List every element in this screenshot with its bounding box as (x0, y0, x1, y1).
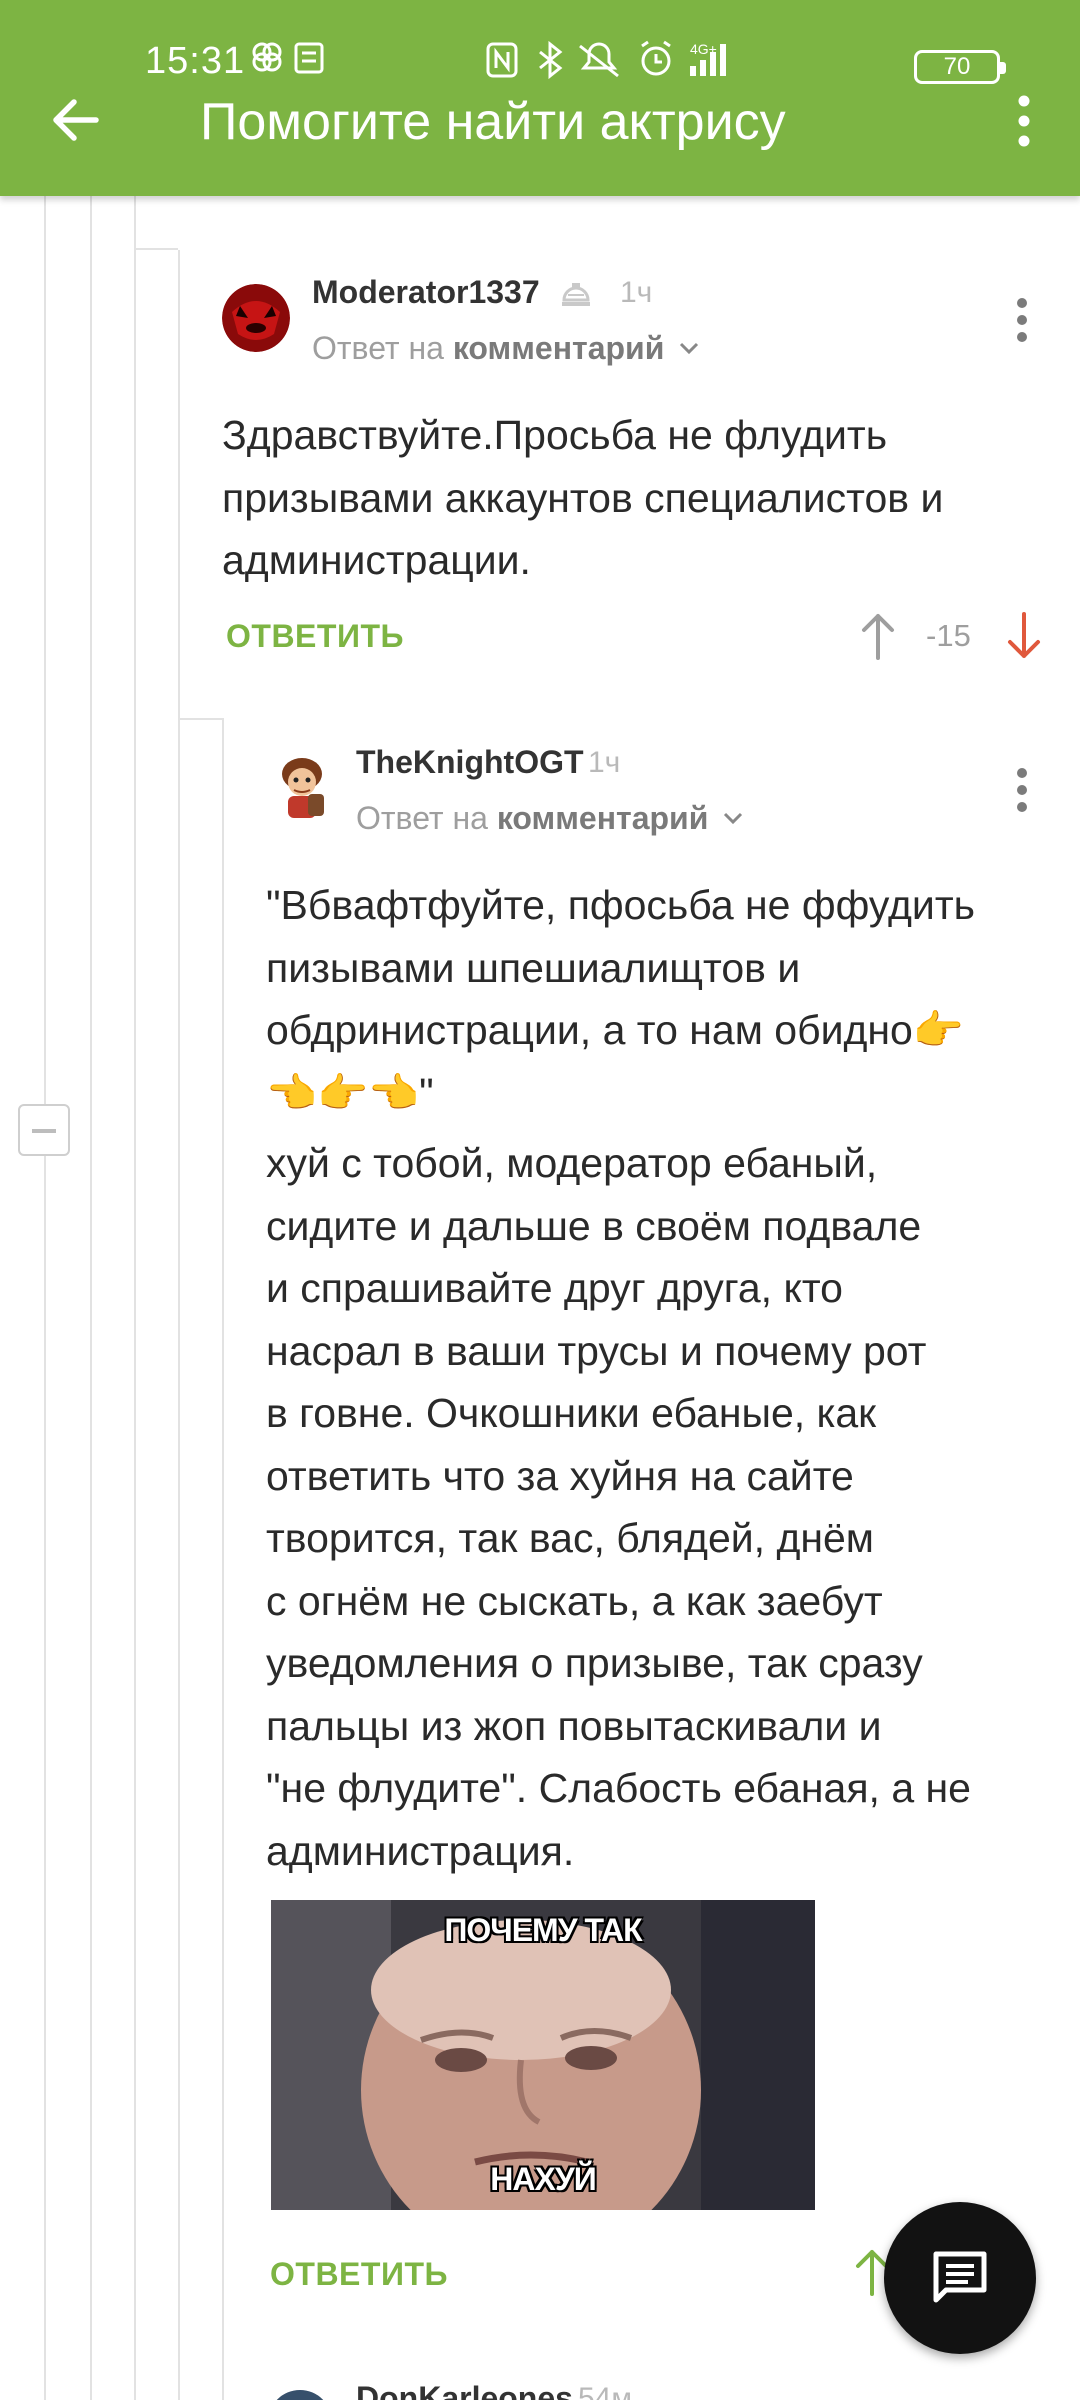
upvote-arrow-icon[interactable] (858, 610, 898, 662)
battery-icon: 70 (914, 50, 1006, 84)
back-arrow-icon[interactable] (44, 88, 108, 152)
overflow-menu-icon[interactable] (1012, 94, 1036, 148)
write-comment-button[interactable] (884, 2202, 1036, 2354)
avatar[interactable] (222, 284, 290, 352)
thread-line (222, 718, 224, 2400)
comment-time: 54м (578, 2382, 632, 2400)
reply-to-target: комментарий (452, 330, 665, 366)
chevron-down-icon[interactable] (720, 808, 746, 828)
username[interactable]: TheKnightOGT (356, 744, 584, 781)
comment-text: Здравствуйте.Просьба не флудить призывам… (222, 412, 944, 583)
thread-line (178, 718, 222, 720)
username[interactable]: Moderator1337 (312, 274, 540, 311)
avatar[interactable] (268, 750, 336, 824)
page-title: Помогите найти актрису (200, 93, 786, 151)
username[interactable]: DonKarleones (356, 2380, 573, 2400)
reply-button[interactable]: ОТВЕТИТЬ (270, 2256, 448, 2293)
comment-icon (933, 2251, 987, 2303)
avatar[interactable] (268, 2390, 332, 2400)
comment-time: 1ч (620, 276, 653, 309)
collapse-thread-button[interactable] (18, 1104, 70, 1156)
status-bar: 15:31 4G+ 70 (0, 30, 1080, 90)
reply-to-prefix: Ответ на (356, 800, 488, 836)
comment-time: 1ч (588, 746, 621, 779)
comment-text: хуй с тобой, модератор ебаный, сидите и … (266, 1140, 971, 1874)
downvote-arrow-icon[interactable] (1004, 610, 1044, 662)
comment-menu-icon[interactable] (1016, 768, 1028, 816)
thread-line (44, 196, 46, 2400)
app-bar: 15:31 4G+ 70 Помогите найти актрису (0, 0, 1080, 196)
reply-button[interactable]: ОТВЕТИТЬ (226, 618, 404, 655)
thread-line (178, 250, 180, 2400)
reply-to-target: комментарий (496, 800, 709, 836)
status-system-icons: 4G+ (486, 40, 726, 80)
chevron-down-icon[interactable] (676, 338, 702, 358)
status-notification-icons (252, 42, 324, 74)
meme-caption-bottom: НАХУЙ (490, 2161, 596, 2197)
rating-value: -15 (926, 618, 971, 653)
thread-line (134, 248, 178, 250)
reply-to-prefix: Ответ на (312, 330, 444, 366)
comment-menu-icon[interactable] (1016, 298, 1028, 346)
comment-image[interactable]: ПОЧЕМУ ТАК НАХУЙ (271, 1900, 815, 2210)
thread-line (134, 196, 136, 2400)
moderator-badge-icon (562, 283, 590, 306)
thread-line (90, 196, 92, 2400)
meme-caption-top: ПОЧЕМУ ТАК (444, 1912, 642, 1948)
reply-to[interactable]: Ответ на комментарий (356, 800, 708, 837)
comment-quote-text: "Вбвафтфуйте, пфосьба не ффудить пизывам… (266, 882, 975, 1116)
reply-to[interactable]: Ответ на комментарий (312, 330, 664, 367)
status-time: 15:31 (145, 40, 246, 82)
